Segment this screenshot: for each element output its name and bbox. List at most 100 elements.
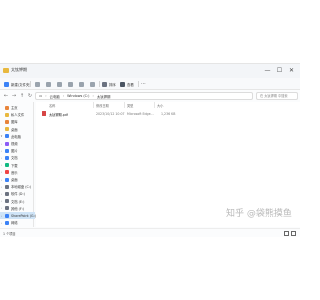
paste-button[interactable] — [57, 80, 62, 88]
tiles-view-icon[interactable] — [291, 231, 296, 236]
sidebar-item-label: 此电脑 — [11, 134, 21, 139]
chevron-right-icon: › — [62, 94, 65, 98]
chevron-icon[interactable]: › — [0, 178, 3, 182]
view-label: 查看 — [127, 82, 134, 87]
sidebar-item[interactable]: ▾ 此电脑 — [0, 133, 35, 140]
chevron-icon[interactable]: › — [0, 163, 3, 167]
sidebar-item[interactable]: › 网络 — [0, 219, 35, 226]
sidebar-item[interactable]: › 音乐 — [0, 169, 35, 176]
sidebar-item-label: 软件 (D:) — [11, 192, 25, 197]
delete-icon — [90, 81, 95, 87]
sidebar-item[interactable]: › 文档 — [0, 154, 35, 161]
forward-icon[interactable]: → — [10, 92, 18, 100]
sidebar-item[interactable]: › 视频 — [0, 140, 35, 147]
sidebar-item[interactable]: 图库 — [0, 118, 35, 125]
chevron-icon[interactable]: › — [0, 170, 3, 174]
navigation-pane: 主页 私人文件 图库 桌面 ▾ 此电脑 › 视频 › 图片 › 文档 › 下载 › 音乐 › 桌面 › 本地磁盘 (C… — [0, 102, 36, 227]
chevron-icon[interactable]: › — [0, 142, 3, 146]
drive-icon — [5, 191, 9, 196]
chevron-icon[interactable]: › — [0, 192, 3, 196]
sidebar-item[interactable]: 主页 — [0, 104, 35, 111]
column-header-name[interactable]: 名称 — [49, 103, 55, 108]
chevron-icon[interactable]: › — [0, 206, 3, 210]
sidebar-item[interactable]: › SharePoint (G:) — [0, 212, 36, 219]
pc-icon: ▭ — [39, 94, 43, 98]
chevron-icon[interactable]: › — [0, 185, 3, 189]
sidebar-item-label: 图库 — [11, 120, 18, 125]
delete-button[interactable] — [90, 80, 95, 88]
chevron-icon[interactable]: › — [0, 221, 3, 225]
chevron-icon[interactable]: › — [0, 199, 3, 203]
copy-button[interactable] — [46, 80, 51, 88]
video-icon — [5, 141, 9, 146]
back-icon[interactable]: ← — [2, 92, 10, 100]
chevron-right-icon: › — [92, 94, 94, 98]
sidebar-item[interactable]: 桌面 — [0, 126, 35, 133]
sidebar-item-label: 桌面 — [11, 127, 18, 132]
view-icon — [120, 81, 125, 87]
sidebar-item[interactable]: › 本地磁盘 (C:) — [0, 183, 35, 190]
share-button[interactable] — [79, 80, 84, 88]
watermark: 知乎 @袋熊摸鱼 — [226, 209, 292, 219]
column-divider[interactable] — [124, 102, 125, 108]
file-size: 1,236 KB — [161, 112, 176, 116]
column-divider[interactable] — [154, 102, 155, 108]
folder-icon — [5, 112, 9, 117]
sort-button[interactable]: 排序 — [102, 80, 116, 88]
chevron-icon[interactable]: › — [0, 214, 3, 218]
new-label: 新建(文件夹) — [11, 82, 31, 87]
new-button[interactable]: 新建(文件夹) — [4, 80, 31, 88]
item-count: 1 个项目 — [3, 232, 16, 236]
file-row[interactable]: 太钛钾期.pdf 2023/10/12 10:07 Microsoft Edge… — [40, 110, 175, 117]
more-button[interactable]: ··· — [141, 80, 146, 88]
column-divider[interactable] — [93, 102, 94, 108]
sort-label: 排序 — [109, 82, 116, 87]
drive-icon — [5, 199, 9, 204]
maximize-button[interactable]: ☐ — [275, 66, 284, 75]
breadcrumb-item[interactable]: 太钛钾期 — [97, 94, 111, 99]
title-bar: 太钛钾期 — ☐ ✕ — [0, 64, 300, 78]
minimize-button[interactable]: — — [263, 66, 272, 75]
sidebar-item-label: 音乐 — [11, 170, 18, 175]
drive-icon — [5, 184, 9, 189]
up-icon[interactable]: ↑ — [18, 92, 26, 100]
close-button[interactable]: ✕ — [287, 66, 296, 75]
sidebar-item[interactable]: 私人文件 — [0, 111, 35, 118]
view-button[interactable]: 查看 — [120, 80, 134, 88]
sidebar-item[interactable]: › 桌面 — [0, 176, 35, 183]
sidebar-item[interactable]: › 软件 (D:) — [0, 190, 35, 197]
paste-icon — [57, 81, 62, 87]
pdf-icon — [42, 111, 46, 116]
breadcrumb-item[interactable]: 云电脑 — [50, 94, 60, 99]
sidebar-item[interactable]: › 下载 — [0, 162, 35, 169]
music-icon — [5, 170, 9, 175]
status-bar: 1 个项目 — [0, 228, 300, 237]
chevron-icon[interactable]: › — [0, 156, 3, 160]
rename-button[interactable] — [68, 80, 73, 88]
drive-icon — [5, 213, 9, 218]
column-header-type[interactable]: 类型 — [127, 103, 133, 108]
column-header-modified[interactable]: 修改日期 — [96, 103, 109, 108]
file-type: Microsoft Edge... — [127, 112, 154, 116]
sidebar-item[interactable]: › 文档 (E:) — [0, 198, 35, 205]
details-view-icon[interactable] — [284, 231, 289, 236]
chevron-icon[interactable]: ▾ — [0, 134, 3, 138]
folder-icon — [3, 68, 9, 73]
file-name: 太钛钾期.pdf — [49, 113, 68, 117]
gallery-icon — [5, 119, 9, 124]
folder-icon — [5, 127, 9, 132]
ribbon-divider — [138, 81, 139, 87]
sidebar-item[interactable]: › 其他 (F:) — [0, 205, 35, 212]
refresh-icon[interactable]: ↻ — [26, 92, 34, 100]
address-row: ← → ↑ ↻ ▭ › 云电脑 › Windows (C:) › 太钛钾期 在 … — [0, 91, 300, 101]
sidebar-item[interactable]: › 图片 — [0, 147, 35, 154]
cut-button[interactable] — [35, 80, 40, 88]
search-input[interactable]: 在 太钛钾期 中搜索 — [256, 92, 298, 100]
breadcrumb-item[interactable]: Windows (C:) — [67, 94, 89, 98]
chevron-icon[interactable]: › — [0, 149, 3, 153]
rename-icon — [68, 81, 73, 87]
pictures-icon — [5, 148, 9, 153]
address-bar[interactable]: ▭ › 云电脑 › Windows (C:) › 太钛钾期 — [35, 92, 253, 100]
column-header-size[interactable]: 大小 — [157, 103, 163, 108]
sidebar-item-label: 视频 — [11, 142, 18, 146]
